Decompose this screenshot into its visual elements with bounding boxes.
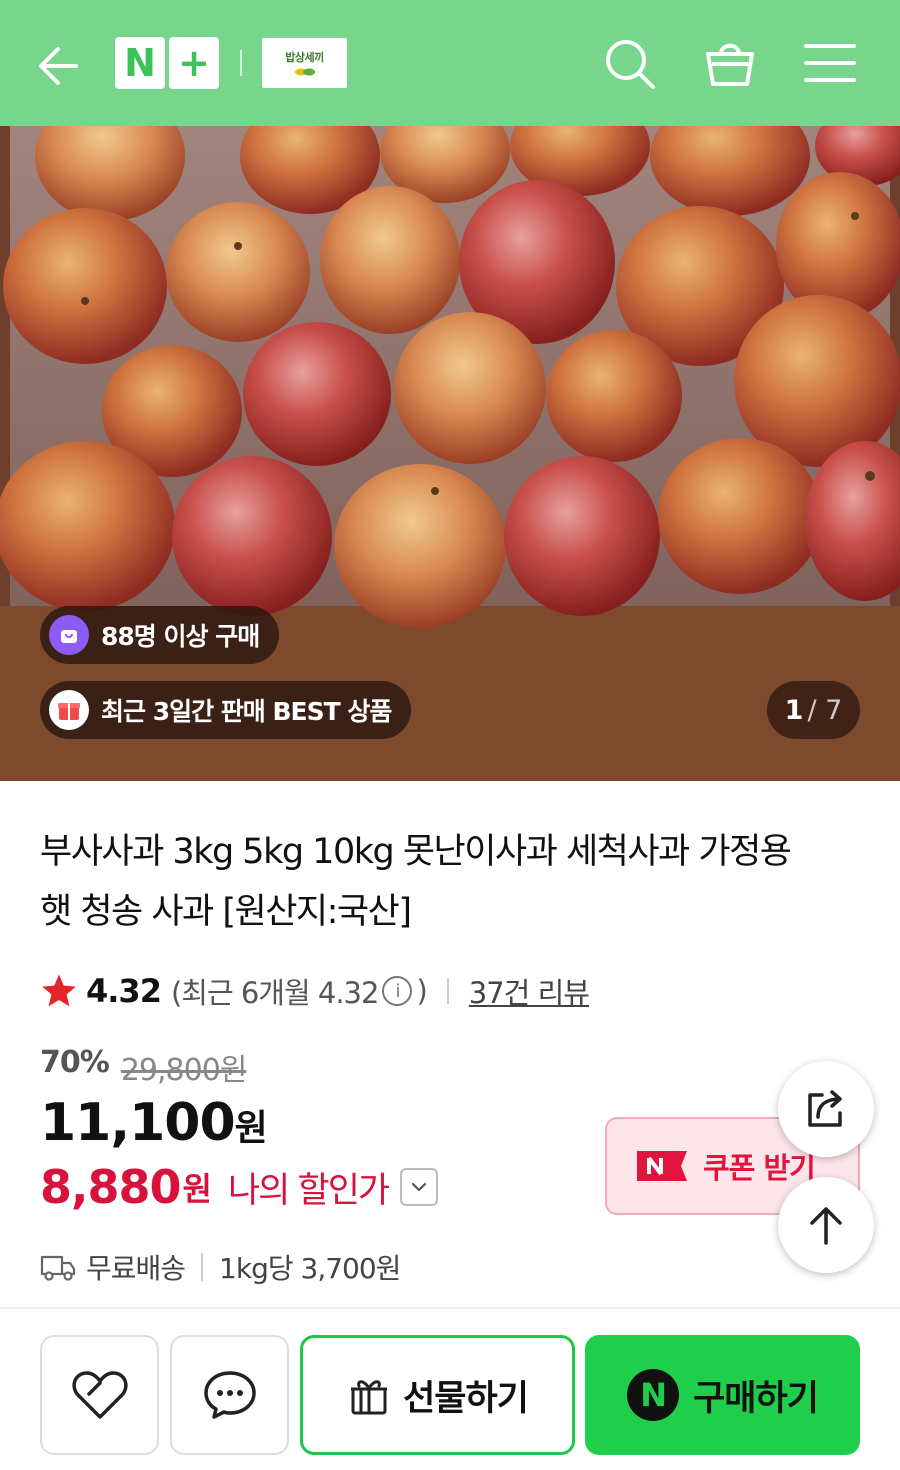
product-title: 부사사과 3kg 5kg 10kg 못난이사과 세척사과 가정용 햇 청송 사과… xyxy=(40,832,792,932)
my-price-value: 8,880 xyxy=(40,1160,182,1214)
truck-icon xyxy=(40,1255,76,1281)
rating-score: 4.32 xyxy=(86,972,162,1010)
header-divider xyxy=(240,50,242,76)
heart-icon xyxy=(71,1371,128,1419)
gift-box-icon xyxy=(49,690,89,730)
scroll-top-button[interactable] xyxy=(778,1177,874,1273)
talktalk-button[interactable] xyxy=(170,1335,289,1455)
original-price: 29,800원 xyxy=(120,1053,248,1088)
search-button[interactable] xyxy=(600,34,660,94)
rating-recent-text: (최근 6개월 4.32 xyxy=(170,976,379,1010)
nplus-n-cell: N xyxy=(115,37,165,89)
sale-price-unit: 원 xyxy=(234,1108,268,1149)
share-button[interactable] xyxy=(778,1061,874,1157)
shipping-row: 무료배송 1kg당 3,700원 xyxy=(40,1243,401,1291)
shipping-divider xyxy=(201,1253,204,1281)
arrow-up-icon xyxy=(810,1207,842,1245)
sale-price-value: 11,100 xyxy=(40,1093,236,1153)
npay-icon: N xyxy=(627,1369,680,1421)
cart-icon xyxy=(706,43,754,86)
coupon-label: 쿠폰 받기 xyxy=(703,1151,816,1185)
store-logo[interactable]: 밥상세끼 xyxy=(262,38,347,88)
best-seller-text: 최근 3일간 판매 BEST 상품 xyxy=(101,697,392,726)
chat-bubble-icon xyxy=(203,1371,256,1419)
sale-price: 11,100원 xyxy=(40,1093,268,1153)
rating-row: 4.32 (최근 6개월 4.32 i ) 37건 리뷰 xyxy=(40,967,590,1015)
shopping-bag-icon xyxy=(49,615,89,655)
naver-plus-logo[interactable]: N + xyxy=(115,37,220,89)
star-icon xyxy=(42,974,76,1007)
discount-percent: 70% xyxy=(40,1045,110,1080)
my-discount-price: 8,880 원 나의 할인가 xyxy=(40,1160,439,1214)
best-seller-badge: 최근 3일간 판매 BEST 상품 xyxy=(40,681,412,739)
buyers-count-badge: 88명 이상 구매 xyxy=(40,606,280,664)
search-icon xyxy=(606,40,655,89)
back-button[interactable] xyxy=(32,38,88,94)
buy-label: 구매하기 xyxy=(693,1378,819,1419)
nplus-plus-text: + xyxy=(178,41,210,85)
gift-icon xyxy=(351,1380,388,1415)
nplus-plus-cell: + xyxy=(169,37,219,89)
rating-divider xyxy=(446,978,449,1004)
review-count-link[interactable]: 37건 리뷰 xyxy=(469,970,590,1012)
menu-icon xyxy=(804,44,856,82)
page-current: 1 xyxy=(784,694,804,726)
menu-button[interactable] xyxy=(800,34,860,94)
my-price-expand-button[interactable] xyxy=(400,1168,439,1206)
product-image-carousel[interactable]: 88명 이상 구매 최근 3일간 판매 BEST 상품 1 / 7 xyxy=(0,126,900,781)
share-icon xyxy=(808,1090,842,1127)
cart-button[interactable] xyxy=(700,34,760,94)
info-icon[interactable]: i xyxy=(382,976,413,1006)
section-divider xyxy=(0,1307,900,1309)
buy-button[interactable]: N 구매하기 xyxy=(585,1335,860,1455)
leaf-icon xyxy=(294,68,315,76)
store-logo-text: 밥상세끼 xyxy=(285,51,324,64)
nplus-n-text: N xyxy=(124,41,156,85)
shipping-text: 무료배송 xyxy=(86,1252,186,1285)
my-price-unit: 원 xyxy=(182,1170,212,1208)
arrow-left-icon xyxy=(39,47,78,85)
rating-recent-close: ) xyxy=(416,974,427,1008)
chevron-down-icon xyxy=(412,1182,427,1192)
wishlist-button[interactable] xyxy=(40,1335,159,1455)
unit-price-text: 1kg당 3,700원 xyxy=(219,1252,401,1285)
discount-row: 70% 29,800원 xyxy=(40,1045,248,1089)
gift-label: 선물하기 xyxy=(403,1378,529,1419)
image-page-counter: 1 / 7 xyxy=(767,681,860,739)
my-price-label: 나의 할인가 xyxy=(227,1170,390,1211)
naver-coupon-icon xyxy=(637,1151,687,1181)
page-total: / 7 xyxy=(807,694,843,726)
top-header: N + 밥상세끼 xyxy=(0,0,900,126)
buyers-count-text: 88명 이상 구매 xyxy=(101,622,260,651)
gift-button[interactable]: 선물하기 xyxy=(300,1335,575,1455)
